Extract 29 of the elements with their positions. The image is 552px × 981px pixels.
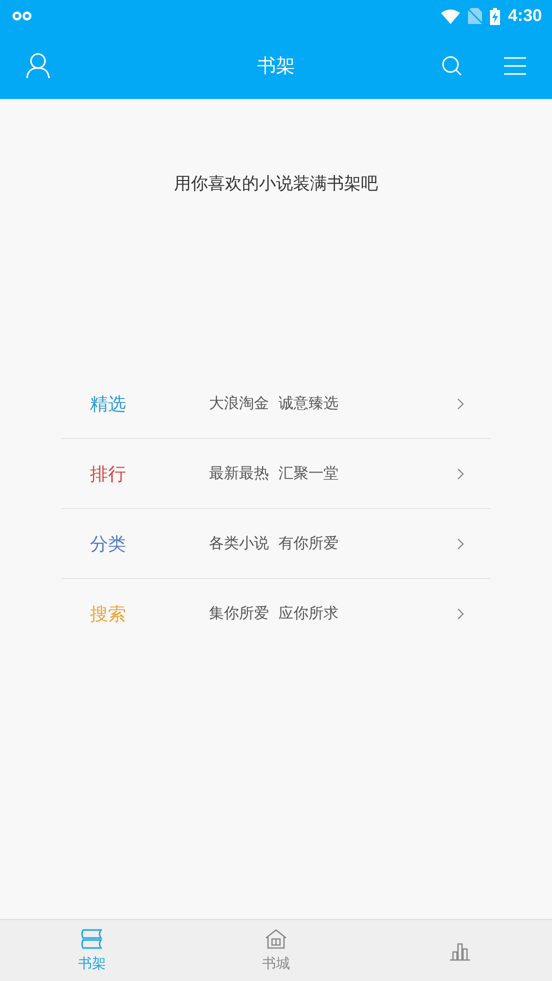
shortcut-subtitle: 最新最热 汇聚一堂	[209, 464, 340, 483]
chevron-right-icon	[457, 538, 464, 550]
shortcut-title: 搜索	[90, 602, 127, 626]
shortcut-title: 排行	[90, 462, 127, 486]
shortcut-row[interactable]: 精选 大浪淘金 诚意臻选	[61, 369, 491, 439]
stacked-books-icon	[81, 928, 103, 948]
search-icon[interactable]	[442, 56, 462, 76]
bar-chart-icon	[449, 940, 471, 960]
notification-icon	[12, 11, 32, 21]
shortcut-title: 精选	[90, 392, 127, 416]
wifi-icon	[440, 8, 460, 24]
no-sim-icon	[468, 8, 482, 24]
chevron-right-icon	[457, 608, 464, 620]
user-icon[interactable]	[26, 52, 50, 78]
chevron-right-icon	[457, 468, 464, 480]
menu-icon[interactable]	[504, 56, 526, 74]
shortcut-subtitle: 各类小说 有你所爱	[209, 534, 340, 553]
empty-shelf-message: 用你喜欢的小说装满书架吧	[174, 173, 378, 195]
shortcut-row[interactable]: 排行 最新最热 汇聚一堂	[61, 439, 491, 509]
chevron-right-icon	[457, 398, 464, 410]
shortcut-title: 分类	[90, 532, 127, 556]
status-time: 4:30	[508, 6, 542, 26]
shortcut-row[interactable]: 搜索 集你所爱 应你所求	[61, 579, 491, 648]
header-title: 书架	[257, 54, 295, 78]
house-icon	[265, 928, 287, 948]
shortcut-row[interactable]: 分类 各类小说 有你所爱	[61, 509, 491, 579]
battery-charging-icon	[490, 8, 500, 24]
shortcut-subtitle: 大浪淘金 诚意臻选	[209, 394, 340, 413]
shortcut-subtitle: 集你所爱 应你所求	[209, 604, 340, 623]
